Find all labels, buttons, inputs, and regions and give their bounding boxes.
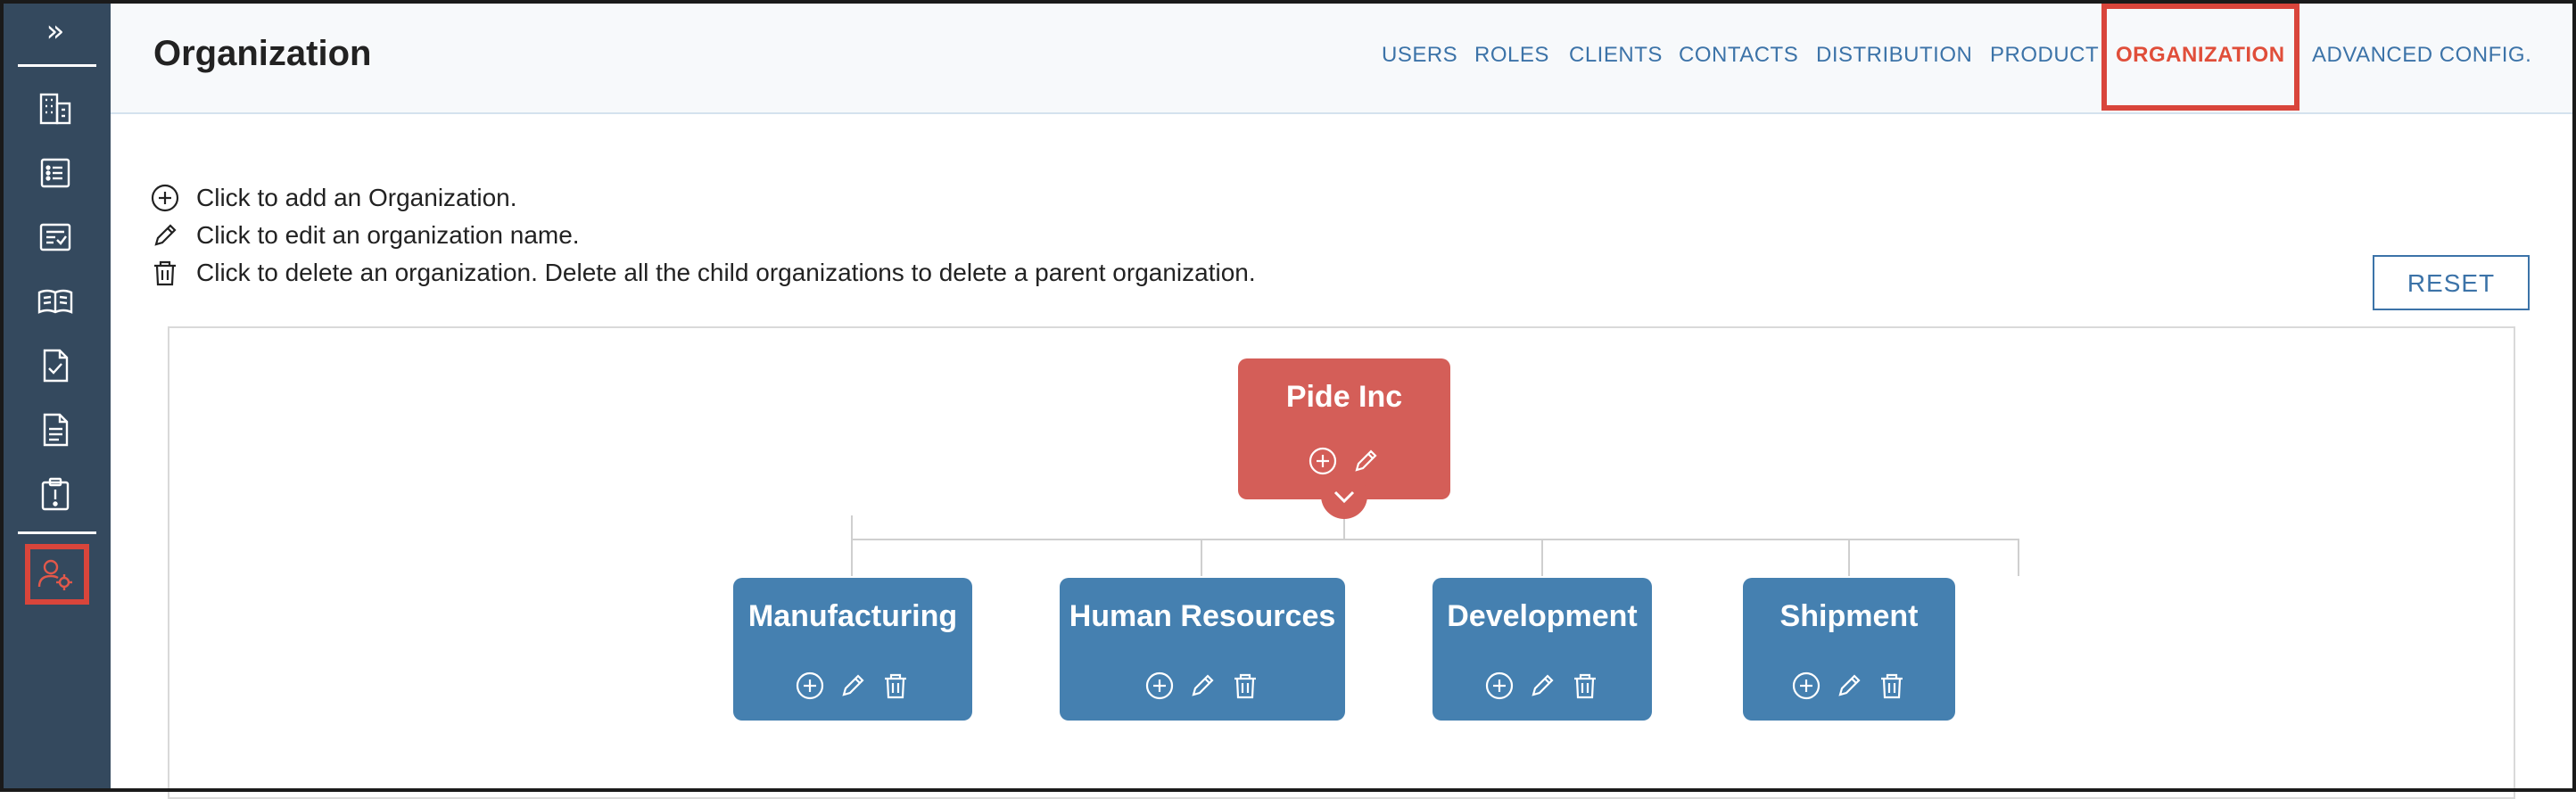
clipboard-alert-icon[interactable] <box>36 474 75 514</box>
org-node-human-resources[interactable]: Human Resources <box>1060 578 1345 721</box>
org-node-name: Shipment <box>1779 599 1919 633</box>
trash-icon <box>154 260 176 286</box>
delete-org-icon[interactable] <box>1570 671 1600 701</box>
sidebar-expand-button[interactable]: » <box>0 9 111 54</box>
instruction-delete: Click to delete an organization. Delete … <box>150 255 1256 291</box>
delete-org-icon[interactable] <box>1877 671 1907 701</box>
org-node-name: Manufacturing <box>747 599 958 633</box>
document-icon[interactable] <box>36 410 75 449</box>
reset-button[interactable]: RESET <box>2373 255 2530 310</box>
edit-org-icon[interactable] <box>1350 446 1381 476</box>
connector-line <box>851 539 2018 540</box>
pencil-icon <box>154 224 177 246</box>
sidebar: » <box>0 0 111 792</box>
instruction-text: Click to add an Organization. <box>196 184 517 211</box>
tab-roles[interactable]: ROLES <box>1474 43 1549 68</box>
connector-line <box>2018 539 2019 576</box>
checklist-icon[interactable] <box>36 218 75 257</box>
edit-org-icon[interactable] <box>1834 671 1864 701</box>
edit-org-icon[interactable] <box>1527 671 1557 701</box>
sidebar-divider <box>18 531 96 534</box>
add-org-icon[interactable] <box>1308 446 1338 476</box>
org-node-name: Development <box>1447 599 1638 633</box>
add-org-icon[interactable] <box>1791 671 1821 701</box>
connector-line <box>1848 539 1850 576</box>
connector-line <box>1541 539 1543 576</box>
tab-clients[interactable]: CLIENTS <box>1569 43 1663 68</box>
plus-circle-icon <box>151 184 179 212</box>
connector-line <box>1201 539 1202 576</box>
connector-line <box>851 539 853 576</box>
org-node-development[interactable]: Development <box>1432 578 1652 721</box>
sidebar-divider <box>18 64 96 67</box>
instruction-add: Click to add an Organization. <box>150 180 517 216</box>
instruction-edit: Click to edit an organization name. <box>150 218 580 253</box>
document-check-icon[interactable] <box>36 346 75 385</box>
book-icon[interactable] <box>36 282 75 321</box>
delete-org-icon[interactable] <box>1230 671 1260 701</box>
org-node-shipment[interactable]: Shipment <box>1743 578 1955 721</box>
add-org-icon[interactable] <box>1484 671 1515 701</box>
edit-org-icon[interactable] <box>838 671 868 701</box>
org-node-name: Pide Inc <box>1285 380 1403 414</box>
tab-product[interactable]: PRODUCT <box>1990 43 2099 68</box>
tab-distribution[interactable]: DISTRIBUTION <box>1816 43 1972 68</box>
org-node-name: Human Resources <box>1069 599 1336 633</box>
instruction-text: Click to edit an organization name. <box>196 221 580 249</box>
buildings-icon[interactable] <box>36 89 75 128</box>
add-org-icon[interactable] <box>1144 671 1175 701</box>
active-nav-highlight <box>25 544 89 605</box>
add-org-icon[interactable] <box>795 671 825 701</box>
tab-users[interactable]: USERS <box>1382 43 1457 68</box>
delete-org-icon[interactable] <box>880 671 911 701</box>
list-icon[interactable] <box>36 153 75 193</box>
collapse-chevron-down-icon[interactable] <box>1321 473 1367 519</box>
tab-advanced-config[interactable]: ADVANCED CONFIG. <box>2312 43 2531 68</box>
active-tab-highlight <box>2101 4 2299 111</box>
tab-contacts[interactable]: CONTACTS <box>1679 43 1798 68</box>
org-node-manufacturing[interactable]: Manufacturing <box>733 578 972 721</box>
edit-org-icon[interactable] <box>1187 671 1218 701</box>
instruction-text: Click to delete an organization. Delete … <box>196 259 1256 286</box>
org-chart-panel: Pide Inc Manufacturing Human Resources D… <box>168 326 2515 799</box>
